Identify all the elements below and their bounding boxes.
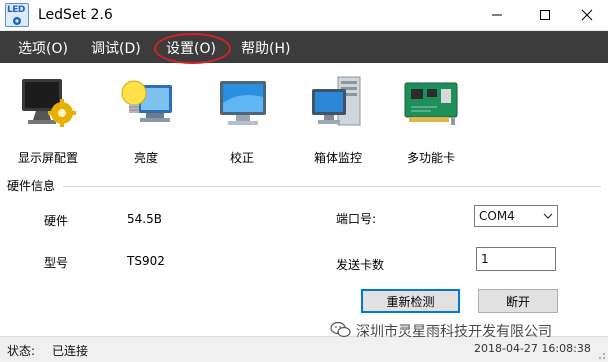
- status-value: 已连接: [52, 344, 89, 358]
- tool-label: 显示屏配置: [17, 151, 78, 165]
- led-app-icon: LED: [5, 3, 29, 27]
- watermark-text: 深圳市灵星雨科技开发有限公司: [356, 324, 552, 340]
- tool-display-config[interactable]: 显示屏配置: [0, 69, 96, 169]
- tool-label: 校正: [229, 151, 254, 165]
- tool-cabinet-monitor[interactable]: 箱体监控: [290, 69, 386, 169]
- app-icon-text: LED: [7, 5, 25, 15]
- group-divider: [63, 186, 601, 187]
- firmware-value: 54.5B: [127, 212, 162, 226]
- send-card-count-value: 1: [481, 252, 489, 266]
- brightness-bulb-icon: [121, 80, 172, 122]
- status-timestamp: 2018-04-27 16:08:38: [474, 342, 591, 355]
- watermark: 深圳市灵星雨科技开发有限公司: [330, 320, 592, 342]
- menu-bar: 选项(O) 调试(D) 设置(O) 帮助(H): [0, 31, 608, 63]
- close-icon: [581, 9, 593, 21]
- status-label: 状态:: [7, 344, 36, 358]
- minimize-button[interactable]: [475, 0, 519, 30]
- tool-brightness[interactable]: 亮度: [98, 69, 194, 169]
- firmware-label: 硬件: [44, 214, 69, 228]
- maximize-icon: [540, 10, 550, 20]
- model-label: 型号: [44, 256, 69, 270]
- group-title: 硬件信息: [7, 179, 56, 193]
- wechat-icon: [330, 321, 351, 338]
- menu-help[interactable]: 帮助(H): [241, 38, 290, 58]
- port-select[interactable]: COM4: [474, 205, 558, 227]
- close-button[interactable]: [565, 0, 608, 30]
- tool-multifunction-card[interactable]: 多功能卡: [383, 69, 479, 169]
- menu-debug[interactable]: 调试(D): [91, 38, 141, 58]
- multifunction-card-icon: [404, 82, 458, 125]
- title-bar: LED LedSet 2.6: [0, 0, 608, 31]
- port-label: 端口号:: [336, 212, 377, 226]
- window-title: LedSet 2.6: [38, 7, 113, 23]
- port-select-value: COM4: [479, 209, 515, 223]
- redetect-button[interactable]: 重新检测: [361, 289, 460, 313]
- send-card-count-field[interactable]: 1: [476, 247, 556, 271]
- cabinet-monitor-icon: [312, 76, 361, 126]
- menu-options[interactable]: 选项(O): [18, 38, 68, 58]
- model-value: TS902: [127, 254, 165, 268]
- calibration-monitor-icon: [220, 81, 266, 125]
- maximize-button[interactable]: [523, 0, 567, 30]
- tool-label: 箱体监控: [313, 151, 362, 165]
- gear-icon: [13, 17, 21, 25]
- resize-grip-icon[interactable]: [596, 350, 606, 360]
- tool-calibration[interactable]: 校正: [194, 69, 290, 169]
- minimize-icon: [492, 14, 502, 16]
- chevron-down-icon: [543, 213, 553, 219]
- toolbar: 显示屏配置 亮度 校正 箱体监控 多功能卡: [0, 63, 608, 173]
- disconnect-button[interactable]: 断开: [478, 289, 558, 313]
- menu-settings[interactable]: 设置(O): [166, 38, 216, 58]
- tool-label: 多功能卡: [406, 151, 455, 165]
- monitor-gear-icon: [22, 79, 76, 127]
- tool-label: 亮度: [133, 151, 158, 165]
- send-card-label: 发送卡数: [336, 258, 385, 272]
